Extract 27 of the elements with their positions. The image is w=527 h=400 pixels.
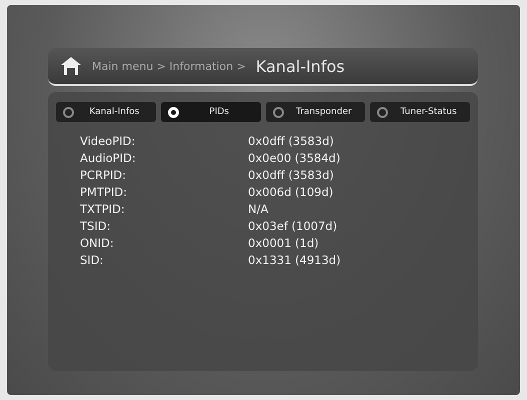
field-label: ONID: xyxy=(80,236,115,251)
field-value: N/A xyxy=(248,202,270,217)
field-value: 0x0e00 (3584d) xyxy=(248,151,342,166)
field-value: 0x03ef (1007d) xyxy=(248,219,338,234)
breadcrumb: Main menu > Information > xyxy=(92,60,246,72)
home-icon xyxy=(60,56,82,76)
field-label: PCRPID: xyxy=(80,168,128,183)
field-label: VideoPID: xyxy=(80,134,136,149)
tab[interactable]: PIDs xyxy=(160,102,260,122)
field-label: SID: xyxy=(80,253,104,268)
field-label: TXTPID: xyxy=(80,202,126,217)
field-label: PMTPID: xyxy=(80,185,128,200)
tab[interactable]: Tuner-Status xyxy=(370,102,470,122)
field-label: AudioPID: xyxy=(80,151,137,166)
page-title: Kanal-Infos xyxy=(256,56,345,76)
radio-ring-icon xyxy=(63,106,74,118)
radio-ring-icon xyxy=(272,106,284,118)
field-value: 0x0dff (3583d) xyxy=(248,168,335,183)
tab[interactable]: Kanal-Infos xyxy=(56,102,156,122)
field-value: 0x0dff (3583d) xyxy=(248,134,335,149)
field-value: 0x1331 (4913d) xyxy=(248,253,342,268)
field-value: 0x0001 (1d) xyxy=(248,236,320,251)
field-label: TSID: xyxy=(80,219,112,234)
field-value: 0x006d (109d) xyxy=(248,185,334,200)
tab[interactable]: Transponder xyxy=(266,102,366,122)
radio-ring-icon xyxy=(168,106,179,118)
radio-ring-icon xyxy=(377,106,388,118)
